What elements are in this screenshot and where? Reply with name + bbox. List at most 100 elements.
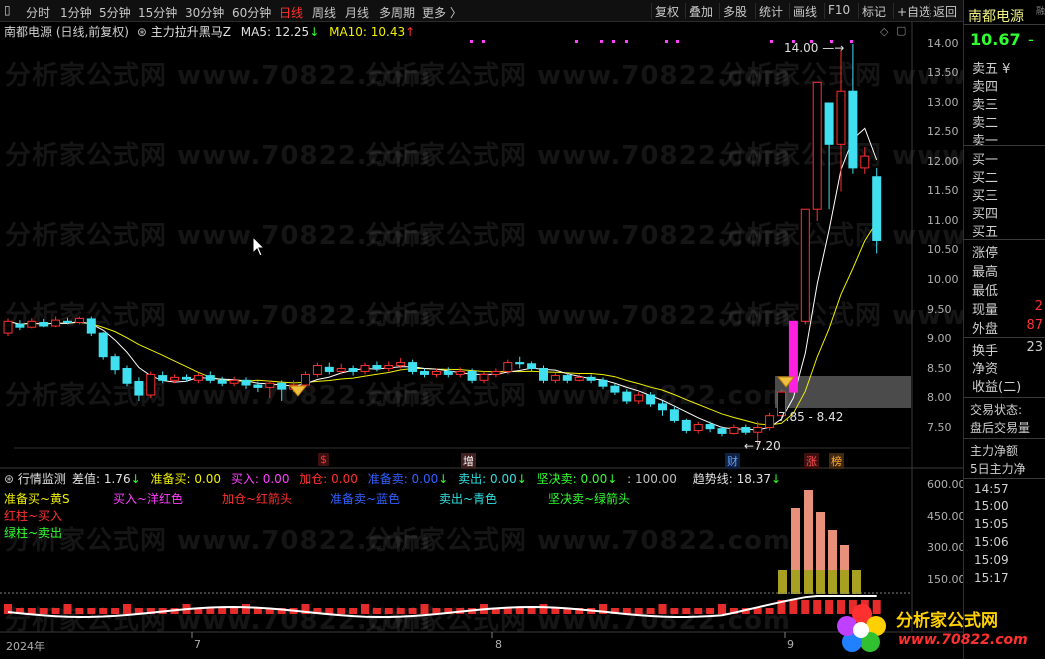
range-label: 7.85 - 8.42	[778, 410, 844, 424]
signal-bar	[694, 608, 703, 614]
info-main-net: 主力净额	[970, 444, 1019, 458]
margin-badge: 融	[1036, 7, 1045, 17]
divider	[963, 337, 1045, 338]
signal-dot	[676, 40, 679, 43]
signal-bar	[503, 608, 512, 614]
event-marker[interactable]: 增	[461, 453, 476, 469]
flower-logo-icon	[837, 604, 886, 652]
signal-bar	[646, 608, 655, 614]
price-tick: 8.50	[927, 362, 952, 375]
candle-body	[515, 362, 525, 365]
signal-bar	[396, 608, 405, 614]
signal-bar	[99, 608, 108, 614]
candle-body	[491, 370, 501, 375]
signal-bar	[230, 608, 239, 614]
candle-body	[729, 427, 739, 434]
legend-item: 坚决卖~绿箭头	[548, 492, 631, 506]
candle-body	[360, 365, 370, 372]
candle-body	[265, 382, 275, 388]
signal-bar	[349, 608, 358, 614]
signal-bar	[789, 600, 798, 614]
event-marker[interactable]: $	[318, 453, 329, 466]
candle-body	[562, 375, 572, 381]
sub-value-arrow: ↓	[516, 472, 527, 486]
signal-dot	[770, 40, 773, 43]
volume-bar	[816, 512, 825, 570]
candle-body	[122, 368, 132, 384]
buy-level-4: 买四	[972, 207, 999, 222]
legend-item: 绿柱~卖出	[4, 526, 63, 540]
settings-icon[interactable]: ⊛	[4, 472, 14, 486]
info-after-hours: 盘后交易量	[970, 421, 1031, 435]
stat-turnover: 换手	[972, 344, 999, 359]
signal-bar	[527, 608, 536, 614]
candle-body	[27, 320, 37, 328]
candle-body	[134, 380, 144, 396]
sub-value-arrow: ↓	[771, 472, 782, 486]
signal-bar	[75, 608, 84, 614]
price-tick: 10.50	[927, 243, 959, 256]
sub-value-trend: 趋势线: 18.37	[692, 472, 771, 486]
candle-body	[467, 370, 477, 381]
sell-level-4: 卖四	[972, 80, 999, 95]
arrow-left-icon: ←	[744, 439, 755, 453]
date-axis-ticks	[191, 632, 786, 638]
current-price: 10.67	[970, 30, 1021, 49]
high-price-label: 14.00 —→	[784, 41, 844, 55]
signal-bar	[706, 608, 715, 614]
sub-title[interactable]: 行情监测	[18, 472, 66, 486]
legend-item: 准备买~黄S	[4, 492, 70, 506]
sub-value-ceiling: : 100.00	[627, 472, 677, 486]
divider	[963, 438, 1045, 439]
signal-bar	[27, 608, 36, 614]
candle-body	[372, 365, 382, 369]
candle-body	[408, 362, 418, 372]
stock-name[interactable]: 南都电源	[968, 6, 1024, 26]
kline-chart[interactable]	[0, 0, 963, 659]
sub-value-prepare-buy: 准备买: 0.00	[150, 472, 222, 486]
signal-bar	[51, 608, 60, 614]
sub-values: 差值: 1.76↓ 准备买: 0.00 买入: 0.00 加仓: 0.00 准备…	[72, 470, 781, 487]
candle-body	[860, 155, 870, 169]
candle-body	[681, 419, 691, 431]
candle-body	[550, 375, 560, 381]
event-marker[interactable]: 榜	[829, 453, 844, 469]
event-marker[interactable]: 涨	[804, 453, 819, 469]
signal-bar	[63, 604, 72, 614]
signal-bar	[361, 604, 369, 614]
candle-body	[646, 394, 656, 405]
stat-volume-value: 2	[1034, 299, 1043, 314]
legend-item: 加仓~红箭头	[222, 492, 293, 506]
stat-outer: 外盘	[972, 322, 999, 337]
sub-value-arrow: ↓	[438, 472, 449, 486]
buy-level-2: 买二	[972, 171, 999, 186]
divider	[963, 478, 1045, 479]
stat-net-asset: 净资	[972, 362, 999, 377]
sub-tick: 150.00	[927, 573, 966, 586]
price-tick: 14.00	[927, 37, 959, 50]
candle-body	[443, 370, 453, 375]
signal-bar	[123, 604, 131, 614]
price-tick: 12.00	[927, 155, 959, 168]
logo-title: 分析家公式网	[896, 611, 998, 631]
mouse-cursor-icon	[252, 236, 266, 257]
signal-dot	[665, 40, 668, 43]
volume-bar-base	[804, 570, 813, 594]
stat-volume: 现量	[972, 303, 999, 318]
signal-bar	[408, 608, 417, 614]
candle-body	[527, 363, 537, 369]
info-trade-status: 交易状态:	[970, 403, 1023, 417]
stat-low: 最低	[972, 284, 999, 299]
stat-turnover-value: 23	[1026, 340, 1043, 355]
sub-value-arrow: ↓	[130, 472, 141, 486]
buy-level-3: 买三	[972, 189, 999, 204]
sub-tick: 450.00	[927, 510, 966, 523]
candle-body	[229, 379, 239, 384]
signal-bar	[682, 608, 691, 614]
signal-bar	[39, 608, 48, 614]
event-marker[interactable]: 财	[725, 453, 740, 469]
candle-body	[610, 385, 620, 393]
candle-body	[3, 320, 13, 334]
candle-body	[336, 368, 346, 372]
candle-body	[253, 384, 263, 388]
